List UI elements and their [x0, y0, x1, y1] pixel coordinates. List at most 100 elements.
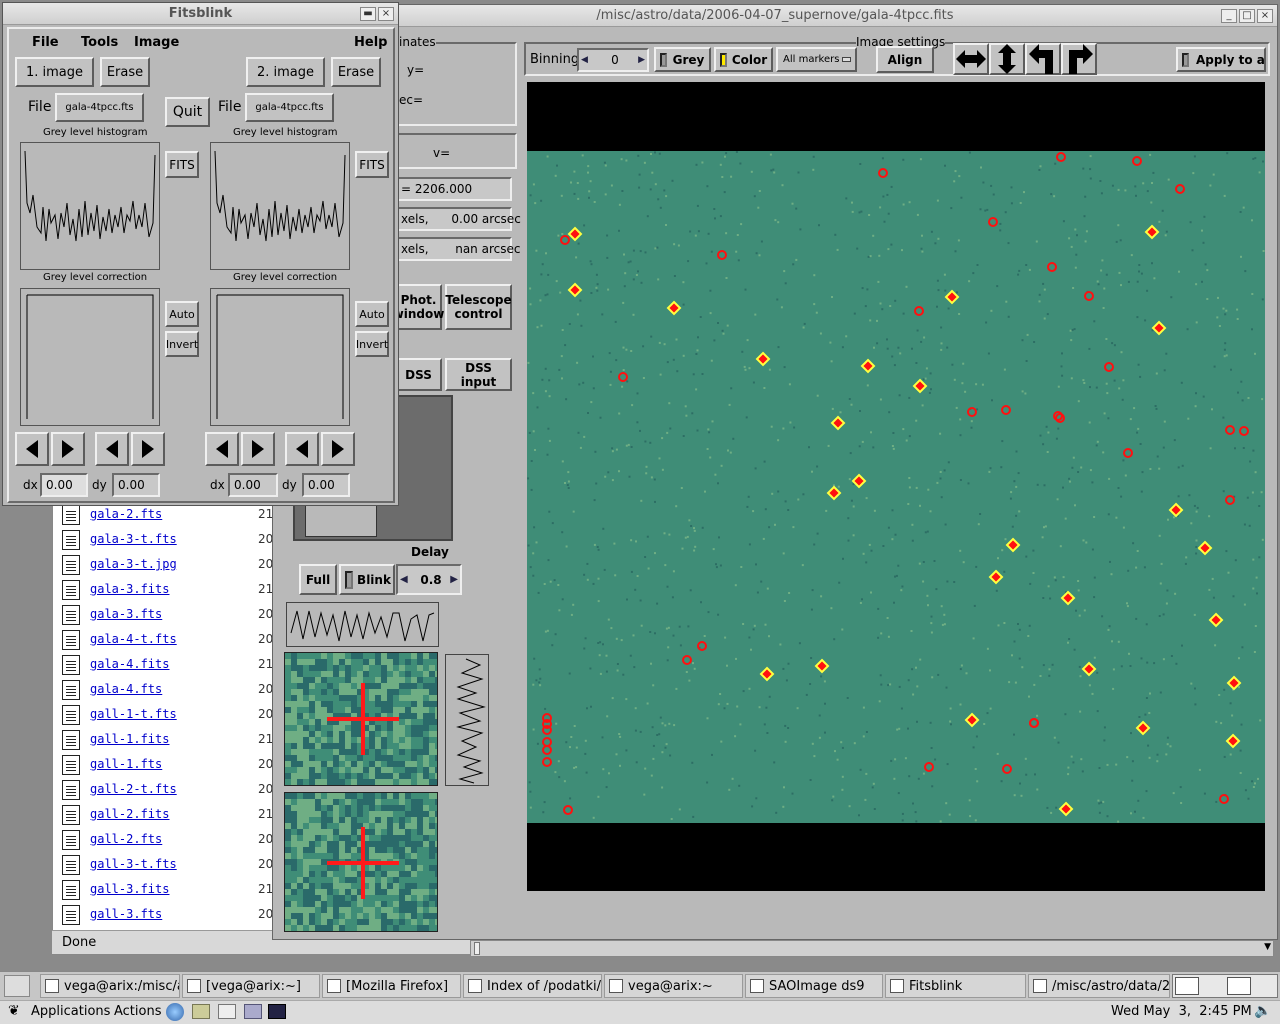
maximize-icon[interactable]: □ [1239, 9, 1255, 23]
apply-to-all-button[interactable]: Apply to al [1176, 47, 1266, 72]
dy-2-field[interactable]: 0.00 [302, 473, 350, 497]
list-item[interactable]: gall-1.fits 21 [60, 728, 275, 753]
file-link[interactable]: gall-3.fts [90, 907, 162, 921]
file-link[interactable]: gala-3-t.fts [90, 532, 177, 546]
list-item[interactable]: gall-2-t.fts 20 [60, 778, 275, 803]
scroll-thumb[interactable] [474, 942, 480, 955]
image-2-button[interactable]: 2. image [246, 57, 325, 87]
file-link[interactable]: gall-3.fits [90, 882, 169, 896]
rotate-right-button[interactable] [1061, 43, 1097, 75]
list-item[interactable]: gall-2.fts 20 [60, 828, 275, 853]
prev-1a-button[interactable] [15, 432, 49, 466]
minimize-icon[interactable]: _ [1221, 9, 1237, 23]
workspace-1[interactable] [1175, 977, 1199, 995]
file-link[interactable]: gala-3-t.jpg [90, 557, 177, 571]
fits-1-button[interactable]: FITS [165, 151, 199, 178]
menu-image[interactable]: Image [134, 35, 179, 50]
taskbar-item[interactable]: [vega@arix:~] [182, 974, 320, 998]
show-desktop-icon[interactable] [4, 975, 30, 997]
office-launcher-icon[interactable] [244, 1004, 262, 1019]
mail-launcher-icon[interactable] [192, 1004, 210, 1019]
phot-window-button[interactable]: Phot. window [393, 284, 444, 330]
file-link[interactable]: gala-2.fts [90, 507, 162, 521]
list-item[interactable]: gala-3.fts 20 [60, 603, 275, 628]
file-link[interactable]: gall-2.fits [90, 807, 169, 821]
file-link[interactable]: gala-3.fts [90, 607, 162, 621]
file-link[interactable]: gall-1-t.fts [90, 707, 177, 721]
spin-left-icon[interactable]: ◀ [400, 574, 408, 585]
image-canvas[interactable] [527, 82, 1265, 891]
rotate-left-button[interactable] [1025, 43, 1061, 75]
list-item[interactable]: gala-3-t.fts 20 [60, 528, 275, 553]
prev-2a-button[interactable] [205, 432, 239, 466]
image-1-button[interactable]: 1. image [15, 57, 94, 87]
prev-1b-button[interactable] [95, 432, 129, 466]
file-link[interactable]: gall-2-t.fts [90, 782, 177, 796]
list-item[interactable]: gall-1-t.fts 20 [60, 703, 275, 728]
next-2a-button[interactable] [241, 432, 275, 466]
invert-1-button[interactable]: Invert [165, 331, 199, 357]
binning-spinner[interactable]: ◀ 0 ▶ [577, 48, 649, 72]
blink-button[interactable]: Blink [339, 564, 395, 595]
horizontal-scrollbar[interactable]: ▼ [470, 940, 1274, 957]
next-1b-button[interactable] [131, 432, 165, 466]
menu-help[interactable]: Help [354, 35, 387, 50]
binning-right-icon[interactable]: ▶ [638, 55, 645, 65]
spin-right-icon[interactable]: ▶ [450, 574, 458, 585]
editor-launcher-icon[interactable] [218, 1004, 236, 1019]
file-link[interactable]: gala-4-t.fts [90, 632, 177, 646]
scroll-down-icon[interactable]: ▼ [1264, 942, 1271, 952]
foot-icon[interactable]: ❦ [8, 1003, 20, 1019]
fits-2-button[interactable]: FITS [355, 151, 389, 178]
auto-1-button[interactable]: Auto [165, 301, 199, 327]
quit-button[interactable]: Quit [165, 97, 210, 127]
list-item[interactable]: gala-2.fts 21 [60, 503, 275, 528]
file-2-field[interactable]: gala-4tpcc.fts [245, 93, 334, 122]
terminal-launcher-icon[interactable] [268, 1004, 286, 1019]
color-toggle[interactable]: Color [714, 47, 773, 72]
menu-tools[interactable]: Tools [81, 35, 118, 50]
file-link[interactable]: gala-3.fits [90, 582, 169, 596]
flip-vertical-button[interactable] [989, 43, 1025, 75]
actions-menu[interactable]: Actions [114, 1004, 162, 1019]
grey-toggle[interactable]: Grey [654, 47, 711, 72]
next-1a-button[interactable] [51, 432, 85, 466]
menu-file[interactable]: File [32, 35, 59, 50]
fitsblink-close-icon[interactable]: × [378, 7, 394, 21]
list-item[interactable]: gall-1.fts 20 [60, 753, 275, 778]
taskbar-item[interactable]: Index of /podatki/20 [463, 974, 602, 998]
taskbar-item[interactable]: vega@arix:~ [604, 974, 743, 998]
dx-2-field[interactable]: 0.00 [228, 473, 278, 497]
dss-input-button[interactable]: DSS input [445, 358, 512, 391]
browser-launcher-icon[interactable] [166, 1003, 184, 1021]
taskbar-item[interactable]: SAOImage ds9 [745, 974, 883, 998]
workspace-switcher[interactable] [1172, 974, 1278, 998]
dx-1-field[interactable]: 0.00 [40, 473, 88, 497]
applications-menu[interactable]: Applications [31, 1004, 110, 1019]
file-1-field[interactable]: gala-4tpcc.fts [55, 93, 144, 122]
file-link[interactable]: gall-1.fits [90, 732, 169, 746]
binning-left-icon[interactable]: ◀ [581, 55, 588, 65]
dss-button[interactable]: DSS [395, 358, 442, 391]
file-link[interactable]: gala-4.fits [90, 657, 169, 671]
flip-horizontal-button[interactable] [953, 43, 989, 75]
volume-icon[interactable]: 🔈 [1254, 1003, 1271, 1019]
list-item[interactable]: gall-3-t.fts 20 [60, 853, 275, 878]
markers-select[interactable]: All markers [776, 47, 857, 72]
fitsblink-minimize-icon[interactable]: ▬ [360, 7, 376, 21]
list-item[interactable]: gala-4.fits 21 [60, 653, 275, 678]
list-item[interactable]: gala-4.fts 20 [60, 678, 275, 703]
file-link[interactable]: gala-4.fts [90, 682, 162, 696]
auto-2-button[interactable]: Auto [355, 301, 389, 327]
telescope-control-button[interactable]: Telescope control [445, 284, 512, 330]
full-button[interactable]: Full [299, 564, 337, 595]
file-link[interactable]: gall-2.fts [90, 832, 162, 846]
list-item[interactable]: gall-3.fits 21 [60, 878, 275, 903]
list-item[interactable]: gala-3-t.jpg 20 [60, 553, 275, 578]
next-2b-button[interactable] [321, 432, 355, 466]
list-item[interactable]: gala-4-t.fts 20 [60, 628, 275, 653]
taskbar-item[interactable]: /misc/astro/data/20 [1028, 974, 1170, 998]
close-icon[interactable]: × [1257, 9, 1273, 23]
taskbar-item[interactable]: Fitsblink [885, 974, 1026, 998]
list-item[interactable]: gall-3.fts 20 [60, 903, 275, 928]
